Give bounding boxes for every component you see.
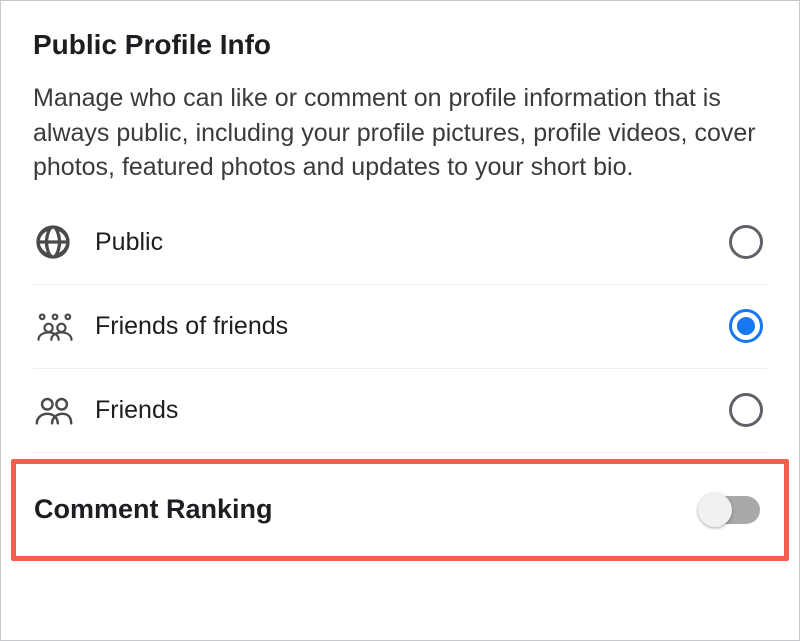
- radio-friends[interactable]: [729, 393, 763, 427]
- comment-ranking-toggle[interactable]: [700, 496, 760, 524]
- fof-icon: [33, 306, 81, 346]
- option-label: Friends of friends: [81, 312, 729, 341]
- option-friends-of-friends[interactable]: Friends of friends: [33, 285, 767, 369]
- globe-icon: [33, 222, 81, 262]
- settings-panel: Public Profile Info Manage who can like …: [1, 1, 799, 561]
- section-description: Manage who can like or comment on profil…: [33, 81, 767, 185]
- radio-friends-of-friends[interactable]: [729, 309, 763, 343]
- radio-public[interactable]: [729, 225, 763, 259]
- option-label: Public: [81, 228, 729, 257]
- toggle-label: Comment Ranking: [34, 494, 700, 525]
- option-friends[interactable]: Friends: [33, 369, 767, 453]
- toggle-knob-icon: [698, 493, 732, 527]
- section-title: Public Profile Info: [33, 29, 767, 61]
- row-comment-ranking[interactable]: Comment Ranking: [34, 464, 766, 556]
- highlight-comment-ranking: Comment Ranking: [11, 459, 789, 561]
- option-public[interactable]: Public: [33, 201, 767, 285]
- friends-icon: [33, 390, 81, 430]
- option-label: Friends: [81, 396, 729, 425]
